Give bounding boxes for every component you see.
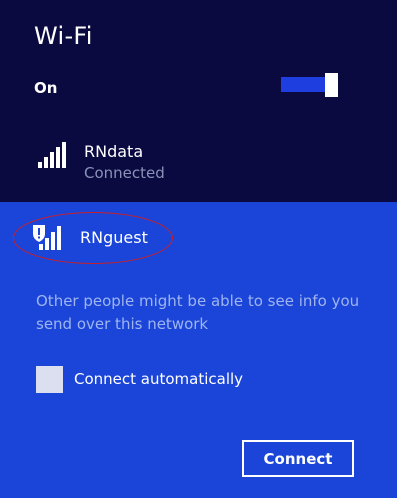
toggle-knob[interactable] [325, 73, 338, 97]
wifi-signal-icon [38, 142, 66, 168]
network-status: Connected [84, 164, 165, 182]
wifi-header-area: Wi-Fi On RNdata Connected [0, 0, 397, 202]
auto-connect-checkbox[interactable] [36, 366, 63, 393]
network-item-rndata[interactable]: RNdata Connected [36, 142, 336, 187]
toggle-track [281, 77, 325, 92]
auto-connect-label[interactable]: Connect automatically [74, 370, 243, 388]
panel-title: Wi-Fi [34, 22, 93, 50]
connect-button[interactable]: Connect [242, 440, 354, 477]
security-warning: Other people might be able to see info y… [36, 292, 360, 333]
network-name: RNdata [84, 142, 144, 161]
wifi-toggle-switch[interactable] [281, 73, 339, 97]
wifi-toggle-label: On [34, 79, 58, 97]
wifi-flyout: Wi-Fi On RNdata Connected RNguest Other … [0, 0, 397, 498]
annotation-ring [13, 212, 173, 264]
